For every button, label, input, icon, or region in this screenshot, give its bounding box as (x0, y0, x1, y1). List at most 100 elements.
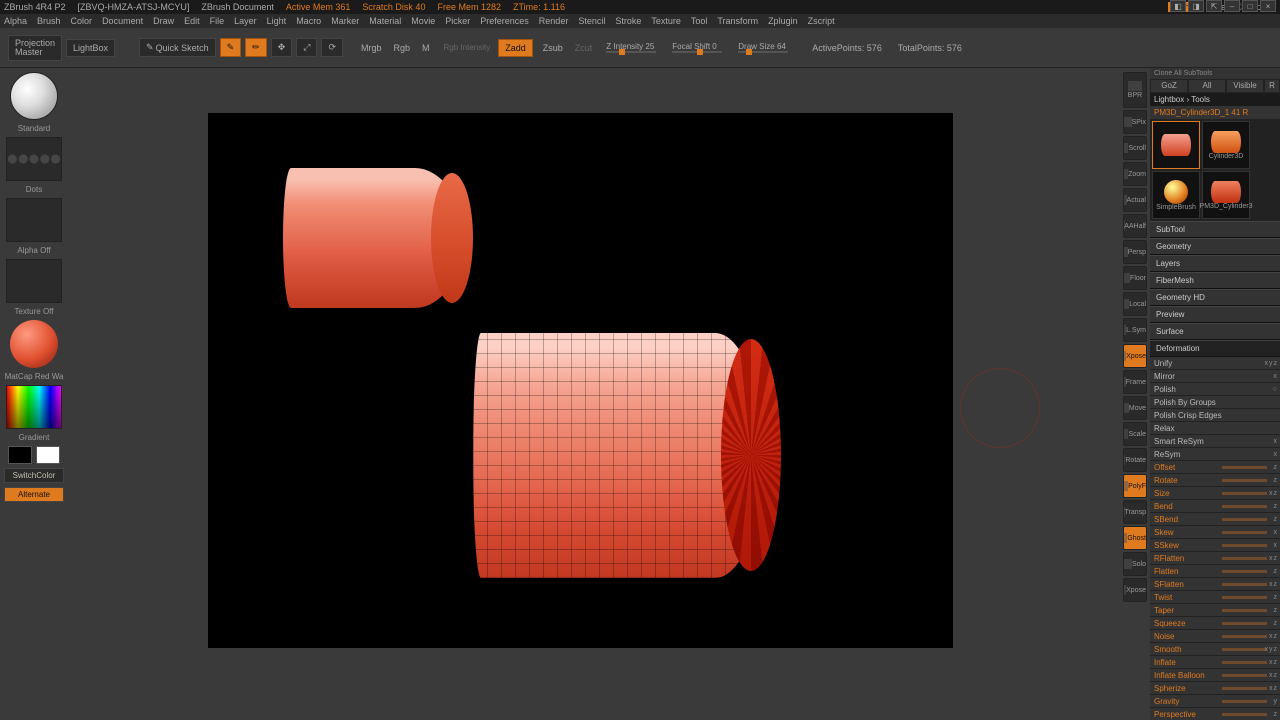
menu-stencil[interactable]: Stencil (578, 16, 605, 26)
rstrip-xpose[interactable]: Xpose (1123, 578, 1147, 602)
rstrip-local[interactable]: Local (1123, 292, 1147, 316)
section-fibermesh[interactable]: FiberMesh (1150, 272, 1280, 289)
attach-icon[interactable]: ⇱ (1206, 0, 1222, 12)
tool-header[interactable]: Lightbox › Tools (1150, 93, 1280, 106)
rstrip-ghost[interactable]: Ghost (1123, 526, 1147, 550)
menu-alpha[interactable]: Alpha (4, 16, 27, 26)
menu-layer[interactable]: Layer (234, 16, 257, 26)
rstrip-zoom[interactable]: Zoom (1123, 162, 1147, 186)
deform-taper[interactable]: Taperz (1150, 604, 1280, 617)
menu-brush[interactable]: Brush (37, 16, 61, 26)
menu-draw[interactable]: Draw (153, 16, 174, 26)
menu-transform[interactable]: Transform (717, 16, 758, 26)
brush-preview[interactable] (10, 72, 58, 120)
clone-subtools-label[interactable]: Clone All SubTools (1150, 68, 1280, 79)
color-swatches[interactable] (4, 446, 64, 464)
menu-color[interactable]: Color (71, 16, 93, 26)
zcut-button[interactable]: Zcut (575, 43, 593, 53)
scale-button[interactable]: ⤢ (296, 38, 317, 57)
zadd-button[interactable]: Zadd (498, 39, 533, 57)
sep-icon[interactable]: ◧ (1170, 0, 1186, 12)
rstrip-xpose[interactable]: Xpose (1123, 344, 1147, 368)
menu-stroke[interactable]: Stroke (615, 16, 641, 26)
focal-shift-slider[interactable]: Focal Shift 0 (672, 42, 722, 53)
deformation-header[interactable]: Deformation (1150, 340, 1280, 357)
rstrip-persp[interactable]: Persp (1123, 240, 1147, 264)
menu-picker[interactable]: Picker (445, 16, 470, 26)
viewport[interactable] (208, 113, 953, 648)
deform-rflatten[interactable]: RFlattenxz (1150, 552, 1280, 565)
move-button[interactable]: Move✥ (271, 38, 293, 57)
goz-button[interactable]: GoZ (1150, 79, 1188, 93)
menu-texture[interactable]: Texture (651, 16, 681, 26)
rstrip-move[interactable]: Move (1123, 396, 1147, 420)
close-icon[interactable]: × (1260, 0, 1276, 12)
deform-inflate-balloon[interactable]: Inflate Balloonxz (1150, 669, 1280, 682)
menu-macro[interactable]: Macro (296, 16, 321, 26)
deform-polish-crisp-edges[interactable]: Polish Crisp Edges (1150, 409, 1280, 422)
deform-squeeze[interactable]: Squeezez (1150, 617, 1280, 630)
tool-pm3d-cyl[interactable]: PM3D_Cylinder3 (1202, 171, 1250, 219)
deform-size[interactable]: Sizexz (1150, 487, 1280, 500)
deform-sflatten[interactable]: SFlattenxz (1150, 578, 1280, 591)
section-geometry-hd[interactable]: Geometry HD (1150, 289, 1280, 306)
draw-size-slider[interactable]: Draw Size 64 (738, 42, 788, 53)
rgb-intensity-slider[interactable]: Rgb Intensity (444, 43, 491, 52)
deform-polish[interactable]: Polish ○ (1150, 383, 1280, 396)
menu-zscript[interactable]: Zscript (808, 16, 835, 26)
rstrip-floor[interactable]: Floor (1123, 266, 1147, 290)
deform-smart-resym[interactable]: Smart ReSymx (1150, 435, 1280, 448)
lightbox-button[interactable]: LightBox (66, 39, 115, 57)
mrgb-toggle[interactable]: Mrgb (361, 43, 382, 53)
menu-render[interactable]: Render (539, 16, 569, 26)
menu-document[interactable]: Document (102, 16, 143, 26)
m-toggle[interactable]: M (422, 43, 430, 53)
deform-sbend[interactable]: SBendz (1150, 513, 1280, 526)
goz-all-button[interactable]: All (1188, 79, 1226, 93)
deform-gravity[interactable]: Gravityy (1150, 695, 1280, 708)
tool-name-row[interactable]: PM3D_Cylinder3D_1 41 R (1150, 106, 1280, 119)
alternate-button[interactable]: Alternate (4, 487, 64, 502)
rstrip-frame[interactable]: Frame (1123, 370, 1147, 394)
tool-simplebrush[interactable]: SimpleBrush (1152, 171, 1200, 219)
deform-offset[interactable]: Offsetz (1150, 461, 1280, 474)
section-subtool[interactable]: SubTool (1150, 221, 1280, 238)
deform-perspective[interactable]: Perspectivez (1150, 708, 1280, 720)
deform-sskew[interactable]: SSkewx (1150, 539, 1280, 552)
section-layers[interactable]: Layers (1150, 255, 1280, 272)
deform-noise[interactable]: Noisexz (1150, 630, 1280, 643)
material-preview[interactable] (10, 320, 58, 368)
rstrip-polyf[interactable]: PolyF (1123, 474, 1147, 498)
goz-r-button[interactable]: R (1264, 79, 1280, 93)
deform-twist[interactable]: Twistz (1150, 591, 1280, 604)
rstrip-aahalf[interactable]: AAHalf (1123, 214, 1147, 238)
menu-marker[interactable]: Marker (331, 16, 359, 26)
goz-visible-button[interactable]: Visible (1226, 79, 1264, 93)
rstrip-scroll[interactable]: Scroll (1123, 136, 1147, 160)
tool-current[interactable] (1152, 121, 1200, 169)
texture-slot[interactable] (6, 259, 62, 303)
section-preview[interactable]: Preview (1150, 306, 1280, 323)
menu-edit[interactable]: Edit (184, 16, 200, 26)
rotate-button[interactable]: ⟳ (321, 38, 343, 57)
gradient-label[interactable]: Gradient (4, 433, 64, 442)
alpha-slot[interactable] (6, 198, 62, 242)
deform-smooth[interactable]: Smoothxyz (1150, 643, 1280, 656)
menu-movie[interactable]: Movie (411, 16, 435, 26)
rstrip-bpr[interactable]: BPR (1123, 72, 1147, 108)
menu-light[interactable]: Light (267, 16, 287, 26)
menu-preferences[interactable]: Preferences (480, 16, 529, 26)
deform-flatten[interactable]: Flattenz (1150, 565, 1280, 578)
draw-mode-button[interactable]: ✏ (245, 38, 267, 57)
rgb-toggle[interactable]: Rgb (394, 43, 411, 53)
canvas-area[interactable] (68, 68, 1120, 720)
deform-relax[interactable]: Relax (1150, 422, 1280, 435)
stroke-preview[interactable] (6, 137, 62, 181)
projection-master-button[interactable]: Projection Master (8, 35, 62, 61)
tool-cylinder3d[interactable]: Cylinder3D (1202, 121, 1250, 169)
color-picker[interactable] (6, 385, 62, 429)
deform-resym[interactable]: ReSymx (1150, 448, 1280, 461)
menu-file[interactable]: File (210, 16, 225, 26)
rstrip-rotate[interactable]: Rotate (1123, 448, 1147, 472)
menu-zplugin[interactable]: Zplugin (768, 16, 798, 26)
